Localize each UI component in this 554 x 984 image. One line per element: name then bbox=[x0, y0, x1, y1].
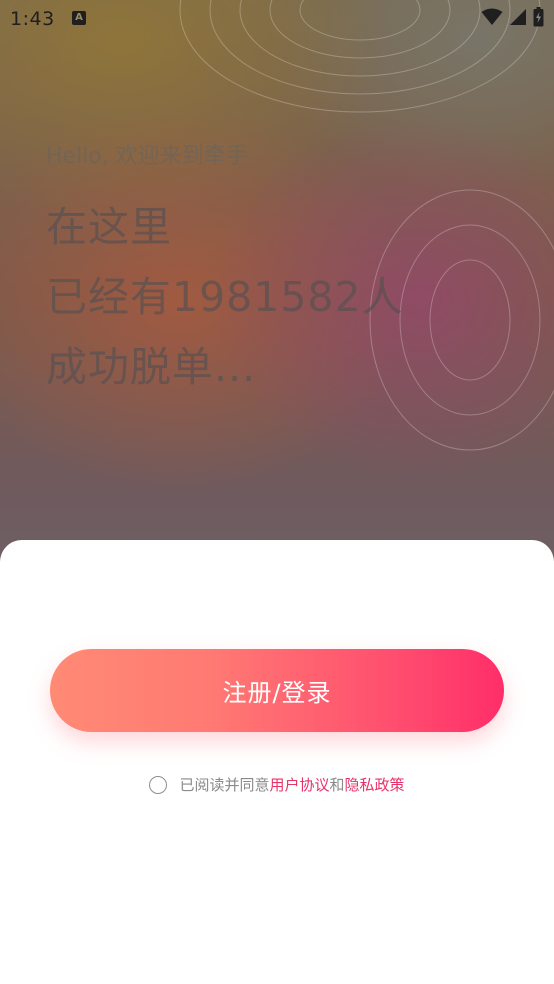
login-sheet: 注册/登录 已阅读并同意 用户协议 和 隐私政策 bbox=[0, 540, 554, 984]
hero-greeting: Hello, 欢迎来到牵手 bbox=[46, 144, 248, 169]
agreement-conjunction: 和 bbox=[329, 776, 345, 794]
agreement-row: 已阅读并同意 用户协议 和 隐私政策 bbox=[0, 774, 554, 795]
status-icons bbox=[481, 7, 544, 27]
user-agreement-link[interactable]: 用户协议 bbox=[269, 774, 329, 795]
status-bar: 1:43 A bbox=[0, 0, 554, 38]
battery-icon bbox=[533, 7, 544, 27]
wifi-icon bbox=[481, 8, 503, 25]
privacy-policy-link[interactable]: 隐私政策 bbox=[345, 774, 405, 795]
notification-app-icon: A bbox=[72, 11, 86, 25]
welcome-hero: Hello, 欢迎来到牵手 在这里 已经有1981582人 成功脱单... bbox=[46, 138, 404, 402]
hero-line-1: 在这里 bbox=[46, 203, 172, 251]
agree-checkbox[interactable] bbox=[149, 775, 168, 794]
navigation-bar bbox=[0, 978, 554, 984]
agreement-prefix: 已阅读并同意 bbox=[179, 776, 270, 794]
status-time: 1:43 bbox=[10, 8, 55, 30]
register-login-button[interactable]: 注册/登录 bbox=[50, 649, 504, 732]
cell-signal-icon bbox=[510, 9, 526, 25]
hero-line-3: 成功脱单... bbox=[46, 343, 257, 391]
hero-line-2: 已经有1981582人 bbox=[46, 273, 404, 321]
